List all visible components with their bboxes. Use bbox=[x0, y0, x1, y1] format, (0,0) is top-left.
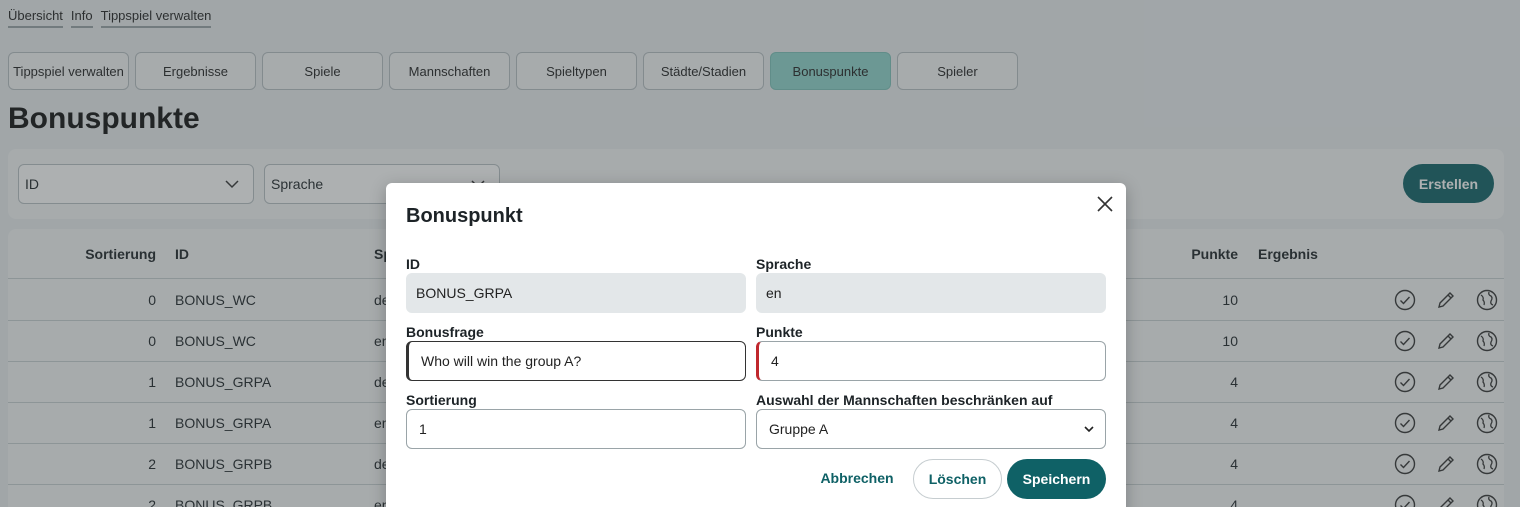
sort-input[interactable]: 1 bbox=[406, 409, 746, 449]
page: Übersicht Info Tippspiel verwalten Tipps… bbox=[0, 0, 1520, 507]
bonus-point-dialog: Bonuspunkt ID BONUS_GRPA Sprache en Bonu… bbox=[386, 183, 1126, 507]
language-label: Sprache bbox=[756, 256, 812, 272]
restrict-teams-select[interactable]: Gruppe A bbox=[756, 409, 1106, 449]
delete-button[interactable]: Löschen bbox=[913, 459, 1002, 499]
question-label: Bonusfrage bbox=[406, 324, 484, 340]
question-input[interactable]: Who will win the group A? bbox=[406, 341, 746, 381]
cancel-button[interactable]: Abbrechen bbox=[816, 467, 898, 489]
id-field: BONUS_GRPA bbox=[406, 273, 746, 313]
chevron-down-icon bbox=[1084, 426, 1094, 433]
id-label: ID bbox=[406, 256, 420, 272]
save-button[interactable]: Speichern bbox=[1007, 459, 1106, 499]
points-input[interactable]: 4 bbox=[756, 341, 1106, 381]
points-label: Punkte bbox=[756, 324, 803, 340]
dialog-title: Bonuspunkt bbox=[406, 205, 523, 227]
language-field: en bbox=[756, 273, 1106, 313]
close-icon[interactable] bbox=[1094, 193, 1116, 215]
sort-label: Sortierung bbox=[406, 392, 477, 408]
restrict-teams-label: Auswahl der Mannschaften beschränken auf bbox=[756, 392, 1053, 408]
restrict-teams-value: Gruppe A bbox=[769, 421, 829, 437]
